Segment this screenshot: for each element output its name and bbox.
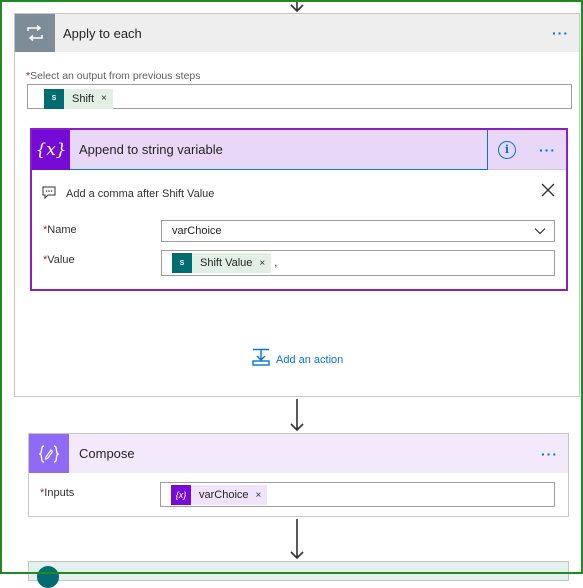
value-suffix: , (274, 257, 278, 269)
shift-token[interactable]: S Shift × (44, 88, 113, 109)
remove-token-button[interactable]: × (101, 93, 107, 104)
comment-text: Add a comma after Shift Value (66, 188, 215, 200)
comment-row: Add a comma after Shift Value (42, 186, 214, 202)
apply-to-each-header[interactable]: Apply to each ··· (15, 14, 579, 52)
select-output-label: *Select an output from previous steps (26, 70, 201, 82)
shift-value-token[interactable]: S Shift Value × (172, 253, 272, 273)
value-label-text: Value (47, 254, 75, 266)
apply-to-each-card: Apply to each ··· *Select an output from… (14, 13, 580, 397)
inputs-label-text: Inputs (44, 487, 75, 499)
select-output-field[interactable]: S Shift × (27, 84, 572, 109)
select-output-label-text: Select an output from previous steps (30, 70, 201, 82)
add-an-action-button[interactable]: Add an action (252, 348, 343, 371)
sharepoint-icon: S (44, 88, 64, 109)
append-title: Append to string variable (79, 141, 223, 157)
compose-icon (29, 434, 69, 473)
name-dropdown[interactable]: varChoice (161, 220, 555, 242)
arrow-down-icon (287, 0, 307, 13)
varchoice-token-label: varChoice (199, 489, 249, 501)
remove-token-button[interactable]: × (259, 258, 265, 269)
apply-to-each-title: Apply to each (63, 25, 142, 41)
arrow-down-icon (287, 519, 307, 560)
append-title-box[interactable]: Append to string variable (70, 129, 488, 170)
name-dropdown-value: varChoice (172, 225, 222, 237)
more-options-button[interactable]: ··· (539, 142, 556, 158)
inputs-label: *Inputs (40, 487, 74, 499)
add-an-action-label: Add an action (276, 353, 344, 366)
append-header[interactable]: {x} Append to string variable i ··· (32, 129, 566, 170)
info-icon[interactable]: i (498, 140, 516, 159)
more-options-button[interactable]: ··· (552, 25, 569, 41)
shift-value-token-label: Shift Value (200, 257, 253, 269)
value-field[interactable]: S Shift Value × , (161, 250, 555, 276)
varchoice-token[interactable]: {x} varChoice × (171, 485, 268, 505)
loop-icon (15, 14, 55, 52)
sharepoint-icon: S (172, 253, 192, 273)
compose-title: Compose (79, 446, 135, 461)
more-options-button[interactable]: ··· (541, 446, 558, 462)
next-action-card[interactable] (28, 561, 569, 588)
chevron-down-icon (534, 226, 546, 238)
compose-header[interactable]: Compose ··· (29, 434, 568, 473)
shift-token-label: Shift (72, 92, 95, 105)
close-icon[interactable] (540, 182, 556, 198)
append-to-string-variable-card: {x} Append to string variable i ··· Add … (30, 128, 568, 291)
name-label: *Name (43, 224, 77, 236)
remove-token-button[interactable]: × (256, 490, 262, 501)
variable-icon: {x} (32, 129, 70, 170)
arrow-down-icon (287, 399, 307, 432)
name-label-text: Name (47, 224, 77, 236)
comment-icon (42, 186, 56, 202)
compose-card: Compose ··· *Inputs {x} varChoice × (28, 433, 569, 517)
variable-icon: {x} (171, 485, 191, 505)
inputs-field[interactable]: {x} varChoice × (160, 482, 555, 507)
add-action-icon (252, 348, 270, 371)
value-label: *Value (43, 254, 75, 266)
sharepoint-icon (37, 566, 59, 588)
